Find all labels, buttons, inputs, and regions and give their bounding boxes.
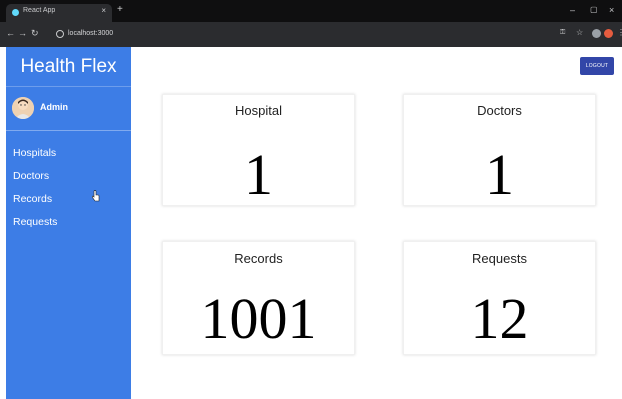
site-info-icon[interactable] bbox=[56, 30, 64, 38]
card-title: Doctors bbox=[477, 103, 522, 118]
sidebar-nav: Hospitals Doctors Records Requests bbox=[6, 145, 131, 237]
stat-card-requests: Requests 12 bbox=[403, 241, 596, 355]
user-name: Admin bbox=[40, 102, 68, 112]
address-bar[interactable]: localhost:3000 bbox=[46, 26, 542, 42]
new-tab-icon[interactable]: + bbox=[117, 5, 123, 15]
stat-card-records: Records 1001 bbox=[162, 241, 355, 355]
card-value: 1001 bbox=[200, 286, 317, 351]
maximize-icon[interactable]: ▢ bbox=[590, 5, 598, 15]
avatar bbox=[12, 97, 34, 119]
tab-bar: React App × + – ▢ × bbox=[0, 0, 622, 22]
sidebar-item-requests[interactable]: Requests bbox=[6, 214, 131, 237]
browser-menu-icon[interactable]: ⋮ bbox=[617, 28, 622, 38]
card-value: 1 bbox=[244, 142, 273, 207]
browser-toolbar: ← → ↻ localhost:3000 ⚿ ☆ ⋮ bbox=[0, 22, 622, 47]
hand-cursor-icon bbox=[92, 190, 100, 202]
card-title: Records bbox=[234, 251, 283, 266]
forward-icon[interactable]: → bbox=[18, 28, 27, 38]
browser-window-chrome: React App × + – ▢ × ← → ↻ localhost:3000… bbox=[0, 0, 622, 47]
react-favicon-icon bbox=[12, 9, 19, 16]
card-value: 1 bbox=[485, 142, 514, 207]
top-bar: LOGOUT bbox=[131, 47, 622, 87]
stat-card-hospital: Hospital 1 bbox=[162, 94, 355, 206]
app-root: Health Flex Admin Hospitals Doctors Reco… bbox=[0, 47, 622, 399]
sidebar-item-hospitals[interactable]: Hospitals bbox=[6, 145, 131, 168]
browser-tab[interactable]: React App × bbox=[6, 4, 112, 22]
logout-button[interactable]: LOGOUT bbox=[580, 57, 614, 75]
card-title: Requests bbox=[472, 251, 527, 266]
window-close-icon[interactable]: × bbox=[609, 5, 614, 15]
card-value: 12 bbox=[470, 286, 529, 351]
back-icon[interactable]: ← bbox=[6, 28, 15, 38]
bookmark-star-icon[interactable]: ☆ bbox=[576, 28, 583, 38]
sidebar-item-doctors[interactable]: Doctors bbox=[6, 168, 131, 191]
sidebar: Health Flex Admin Hospitals Doctors Reco… bbox=[6, 47, 131, 399]
tab-close-icon[interactable]: × bbox=[101, 6, 106, 15]
brand-title: Health Flex bbox=[6, 47, 131, 87]
user-avatar-icon bbox=[12, 97, 34, 119]
url-text: localhost:3000 bbox=[68, 30, 114, 37]
profile-avatar-icon[interactable] bbox=[604, 29, 613, 38]
key-icon[interactable]: ⚿ bbox=[560, 28, 565, 38]
reload-icon[interactable]: ↻ bbox=[31, 28, 39, 38]
extension-icon[interactable] bbox=[592, 29, 601, 38]
sidebar-item-records[interactable]: Records bbox=[6, 191, 131, 214]
tab-title: React App bbox=[23, 7, 56, 14]
card-title: Hospital bbox=[235, 103, 282, 118]
user-profile: Admin bbox=[6, 87, 131, 131]
minimize-icon[interactable]: – bbox=[570, 5, 575, 15]
stat-card-doctors: Doctors 1 bbox=[403, 94, 596, 206]
